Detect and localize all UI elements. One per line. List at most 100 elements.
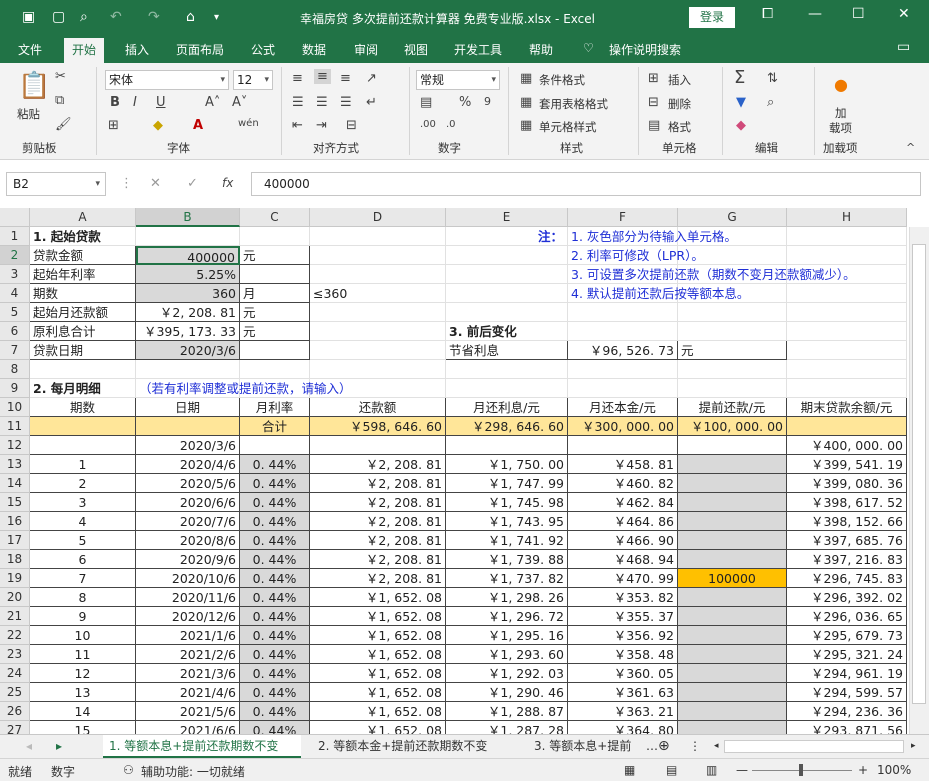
cell-f8[interactable] <box>568 360 678 379</box>
cell-e15[interactable]: ￥1, 745. 98 <box>446 493 568 512</box>
tab-insert[interactable]: 插入 <box>125 41 149 58</box>
align-top-icon[interactable]: ≡ <box>292 71 303 86</box>
column-header-b[interactable]: B <box>136 208 240 227</box>
cell-e2[interactable] <box>446 246 568 265</box>
cell-e27[interactable]: ￥1, 287. 28 <box>446 721 568 734</box>
column-header-f[interactable]: F <box>568 208 678 227</box>
open-folder-icon[interactable]: ⌂ <box>186 9 195 25</box>
cell-f24[interactable]: ￥360. 05 <box>568 664 678 683</box>
cell-d2[interactable] <box>310 246 446 265</box>
cell-f4[interactable]: 4. 默认提前还款后按等额本息。 <box>568 284 749 303</box>
copy-icon[interactable]: ⧉ <box>55 93 64 108</box>
cell-c2[interactable]: 元 <box>240 246 310 265</box>
sheet-tab-3[interactable]: 3. 等额本息+提前 <box>528 735 640 758</box>
tell-me-search[interactable]: 操作说明搜索 <box>609 41 681 58</box>
cell-e6[interactable]: 3. 前后变化 <box>446 322 568 341</box>
new-file-icon[interactable]: ▢ <box>52 9 65 25</box>
font-size-select[interactable]: 12 ▾ <box>233 70 273 90</box>
row-header-1[interactable]: 1 <box>0 227 30 246</box>
cell-a9[interactable]: 2. 每月明细 <box>30 379 136 398</box>
cell-b11[interactable] <box>136 417 240 436</box>
cell-c14[interactable]: 0. 44% <box>240 474 310 493</box>
cell-f3[interactable]: 3. 可设置多次提前还款（期数不变月还款额减少）。 <box>568 265 856 284</box>
cell-e21[interactable]: ￥1, 296. 72 <box>446 607 568 626</box>
row-header-27[interactable]: 27 <box>0 721 30 734</box>
cell-a22[interactable]: 10 <box>30 626 136 645</box>
confirm-entry-icon[interactable]: ✓ <box>187 176 198 191</box>
cell-a24[interactable]: 12 <box>30 664 136 683</box>
cell-e9[interactable] <box>446 379 568 398</box>
align-right-icon[interactable]: ☰ <box>340 95 352 110</box>
tab-help[interactable]: 帮助 <box>529 41 553 58</box>
percent-icon[interactable]: % <box>459 95 471 110</box>
format-cells-button[interactable]: 格式 <box>668 119 691 135</box>
cell-f7[interactable]: ￥96, 526. 73 <box>568 341 678 360</box>
cell-b21[interactable]: 2020/12/6 <box>136 607 240 626</box>
row-header-17[interactable]: 17 <box>0 531 30 550</box>
cell-f23[interactable]: ￥358. 48 <box>568 645 678 664</box>
orientation-icon[interactable]: ↗ <box>366 71 377 86</box>
cell-d25[interactable]: ￥1, 652. 08 <box>310 683 446 702</box>
insert-cells-button[interactable]: 插入 <box>668 72 691 88</box>
row-header-19[interactable]: 19 <box>0 569 30 588</box>
cell-h9[interactable] <box>787 379 907 398</box>
cell-d10[interactable]: 还款额 <box>310 398 446 417</box>
cell-g8[interactable] <box>678 360 787 379</box>
cell-a23[interactable]: 11 <box>30 645 136 664</box>
cell-f12[interactable] <box>568 436 678 455</box>
cell-c12[interactable] <box>240 436 310 455</box>
cell-f26[interactable]: ￥363. 21 <box>568 702 678 721</box>
cell-f1[interactable]: 1. 灰色部分为待输入单元格。 <box>568 227 737 246</box>
cell-e20[interactable]: ￥1, 298. 26 <box>446 588 568 607</box>
cell-c20[interactable]: 0. 44% <box>240 588 310 607</box>
cell-d3[interactable] <box>310 265 446 284</box>
cell-c4[interactable]: 月 <box>240 284 310 303</box>
cell-c5[interactable]: 元 <box>240 303 310 322</box>
cell-h25[interactable]: ￥294, 599. 57 <box>787 683 907 702</box>
row-header-16[interactable]: 16 <box>0 512 30 531</box>
row-header-9[interactable]: 9 <box>0 379 30 398</box>
cell-e11[interactable]: ￥298, 646. 60 <box>446 417 568 436</box>
cell-f15[interactable]: ￥462. 84 <box>568 493 678 512</box>
cell-f22[interactable]: ￥356. 92 <box>568 626 678 645</box>
cell-h19[interactable]: ￥296, 745. 83 <box>787 569 907 588</box>
cell-d8[interactable] <box>310 360 446 379</box>
cell-c11[interactable]: 合计 <box>240 417 310 436</box>
cell-a5[interactable]: 起始月还款额 <box>30 303 136 322</box>
cell-h4[interactable] <box>787 284 907 303</box>
cell-e3[interactable] <box>446 265 568 284</box>
cell-h2[interactable] <box>787 246 907 265</box>
row-header-3[interactable]: 3 <box>0 265 30 284</box>
row-header-2[interactable]: 2 <box>0 246 30 265</box>
column-header-c[interactable]: C <box>240 208 310 227</box>
cell-g12[interactable] <box>678 436 787 455</box>
cell-a14[interactable]: 2 <box>30 474 136 493</box>
cell-a15[interactable]: 3 <box>30 493 136 512</box>
cell-g6[interactable] <box>678 322 787 341</box>
row-header-22[interactable]: 22 <box>0 626 30 645</box>
cell-d27[interactable]: ￥1, 652. 08 <box>310 721 446 734</box>
cancel-entry-icon[interactable]: ✕ <box>150 176 161 191</box>
cell-b4[interactable]: 360 <box>136 284 240 303</box>
row-header-26[interactable]: 26 <box>0 702 30 721</box>
cell-h24[interactable]: ￥294, 961. 19 <box>787 664 907 683</box>
border-icon[interactable]: ⊞ <box>108 118 119 133</box>
cell-e1[interactable]: 注： <box>446 227 568 246</box>
horizontal-scrollbar[interactable] <box>724 740 904 753</box>
cell-h27[interactable]: ￥293, 871. 56 <box>787 721 907 734</box>
cell-h23[interactable]: ￥295, 321. 24 <box>787 645 907 664</box>
next-sheet-icon[interactable]: ▸ <box>50 735 68 758</box>
zoom-in-icon[interactable]: + <box>858 763 868 777</box>
cell-d14[interactable]: ￥2, 208. 81 <box>310 474 446 493</box>
cell-e14[interactable]: ￥1, 747. 99 <box>446 474 568 493</box>
cell-e19[interactable]: ￥1, 737. 82 <box>446 569 568 588</box>
cell-d19[interactable]: ￥2, 208. 81 <box>310 569 446 588</box>
cell-e13[interactable]: ￥1, 750. 00 <box>446 455 568 474</box>
row-header-10[interactable]: 10 <box>0 398 30 417</box>
row-header-7[interactable]: 7 <box>0 341 30 360</box>
cell-a13[interactable]: 1 <box>30 455 136 474</box>
cell-g27[interactable] <box>678 721 787 734</box>
cell-a25[interactable]: 13 <box>30 683 136 702</box>
cell-d17[interactable]: ￥2, 208. 81 <box>310 531 446 550</box>
cell-b26[interactable]: 2021/5/6 <box>136 702 240 721</box>
